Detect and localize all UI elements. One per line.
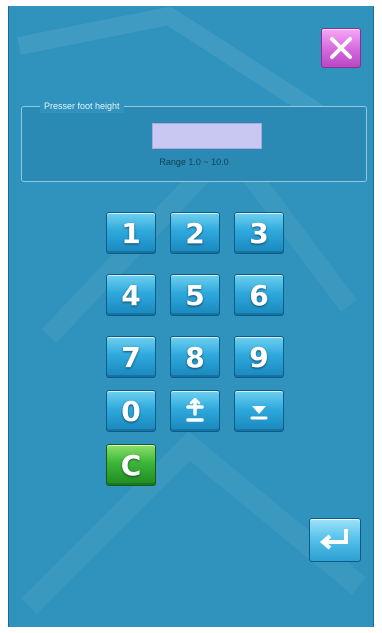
key-3[interactable]: 3 [234, 212, 284, 254]
range-text: Range 1.0 ~ 10.0 [159, 157, 229, 167]
key-6[interactable]: 6 [234, 274, 284, 316]
close-button[interactable] [321, 28, 361, 68]
value-display[interactable] [152, 123, 262, 149]
numeric-input-screen: Presser foot height Range 1.0 ~ 10.0 1 2… [8, 6, 374, 627]
key-1[interactable]: 1 [106, 212, 156, 254]
key-0[interactable]: 0 [106, 390, 156, 432]
dialog-title: Presser foot height [40, 99, 124, 113]
key-5[interactable]: 5 [170, 274, 220, 316]
enter-button[interactable] [309, 518, 361, 562]
move-down-icon [250, 406, 268, 420]
key-7[interactable]: 7 [106, 336, 156, 378]
key-2[interactable]: 2 [170, 212, 220, 254]
key-8[interactable]: 8 [170, 336, 220, 378]
move-down-button[interactable] [234, 390, 284, 432]
key-9[interactable]: 9 [234, 336, 284, 378]
plus-minus-icon [186, 398, 204, 422]
close-icon [330, 37, 352, 59]
clear-button[interactable]: C [106, 444, 156, 486]
plus-minus-button[interactable] [170, 390, 220, 432]
key-4[interactable]: 4 [106, 274, 156, 316]
value-group-box: Presser foot height Range 1.0 ~ 10.0 [21, 99, 367, 182]
enter-icon [319, 529, 348, 550]
